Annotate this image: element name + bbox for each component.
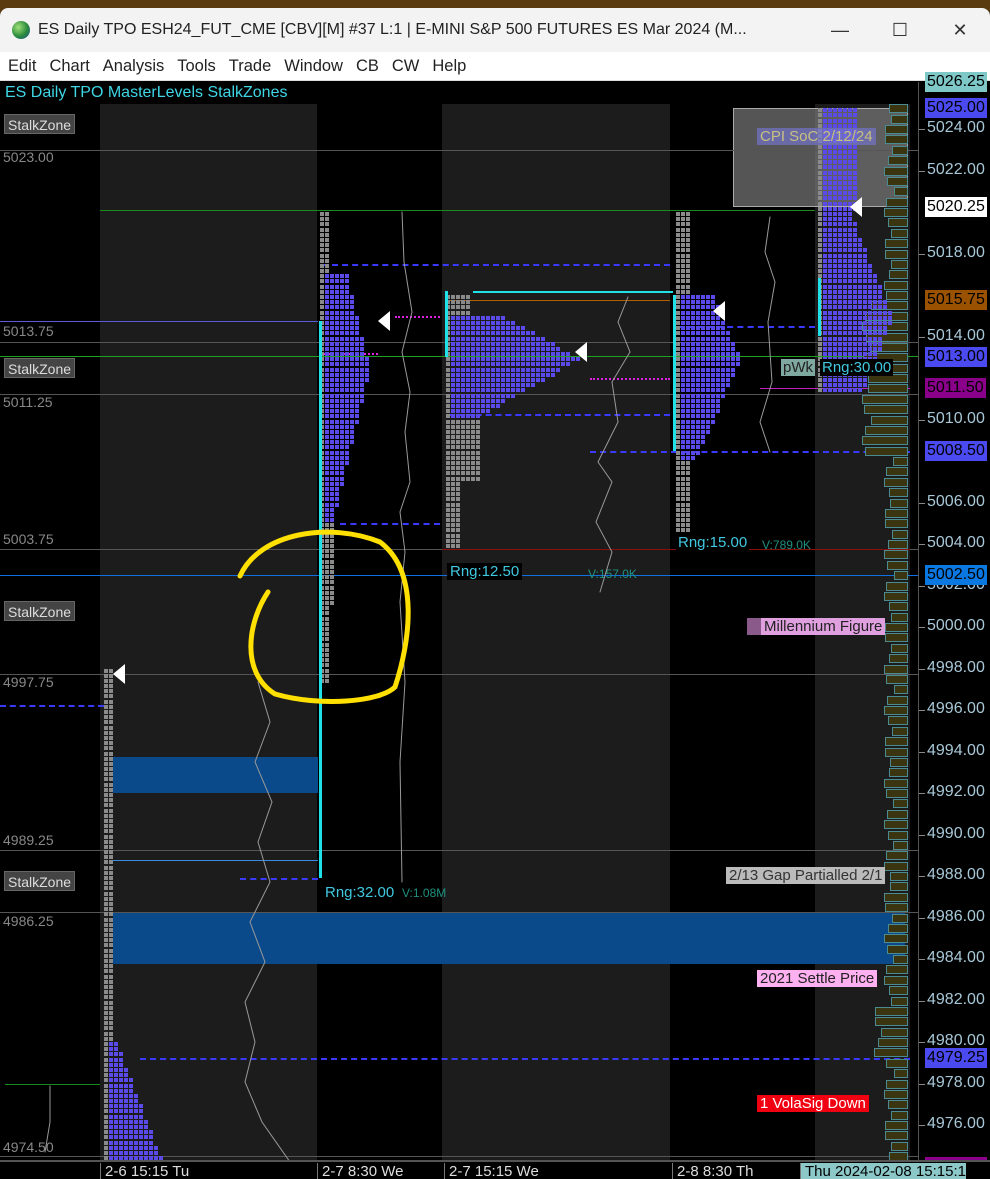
axis-price-label: 4986.00 [927,907,985,925]
highlight-circle-annotation [237,529,411,704]
close-button[interactable]: ✕ [930,20,990,41]
axis-tick [919,627,925,628]
axis-price-label: 4996.00 [927,700,985,717]
app-globe-icon [12,21,30,39]
axis-price-label: 5010.00 [927,409,985,427]
axis-price-label: 4984.00 [927,949,985,966]
axis-highlight-label: 5015.75 [925,290,987,311]
axis-price-label: 4998.00 [927,658,985,676]
axis-price-label: 4994.00 [927,741,985,759]
menu-cw[interactable]: CW [392,57,420,76]
current-time-label: Thu 2024-02-08 15:15:1 [800,1163,966,1179]
axis-tick [919,959,925,960]
axis-tick [919,1042,925,1043]
axis-price-label: 4988.00 [927,866,985,883]
axis-highlight-label: 5002.50 [925,565,987,586]
time-label: 2-7 15:15 We [444,1163,539,1179]
menu-trade[interactable]: Trade [229,57,272,76]
axis-highlight-label: 5025.00 [925,98,987,119]
menu-chart[interactable]: Chart [49,57,89,76]
axis-tick [919,834,925,836]
minimize-button[interactable]: — [810,20,870,41]
axis-tick [919,129,925,130]
axis-price-label: 5004.00 [927,534,985,551]
menu-cb[interactable]: CB [356,57,379,76]
menu-window[interactable]: Window [284,57,343,76]
title-bar: ES Daily TPO ESH24_FUT_CME [CBV][M] #37 … [0,8,990,52]
axis-price-label: 5014.00 [927,326,985,344]
time-axis: 2-6 15:15 Tu 2-7 8:30 We 2-7 15:15 We 2-… [0,1160,990,1179]
axis-price-label: 5018.00 [927,243,985,261]
axis-highlight-label: 4979.25 [925,1047,987,1068]
axis-price-label: 4990.00 [927,824,985,842]
axis-tick [919,751,925,753]
window-title: ES Daily TPO ESH24_FUT_CME [CBV][M] #37 … [38,21,747,38]
axis-tick [919,710,925,711]
axis-tick [919,876,925,877]
axis-highlight-label: 5013.00 [925,347,987,368]
axis-tick [919,1083,925,1085]
time-label: 2-6 15:15 Tu [100,1163,189,1179]
axis-price-label: 4976.00 [927,1115,985,1132]
overlay-drawings [44,211,776,1160]
time-label: 2-7 8:30 We [317,1163,403,1179]
price-trace-line [244,681,290,1160]
axis-tick [919,1000,925,1002]
axis-tick [919,668,925,670]
axis-highlight-label: 5011.50 [925,378,986,399]
axis-price-label: 5024.00 [927,119,985,136]
maximize-button[interactable]: ☐ [870,20,930,41]
menu-tools[interactable]: Tools [177,57,216,76]
axis-tick [919,917,925,919]
axis-price-label: 4992.00 [927,783,985,800]
price-trace-line [399,211,413,883]
price-trace-line [595,296,631,593]
time-label: 2-8 8:30 Th [672,1163,753,1179]
axis-price-label: 5022.00 [927,160,985,178]
axis-tick [919,253,925,255]
menu-bar: Edit Chart Analysis Tools Trade Window C… [0,52,990,81]
axis-highlight-label: 5008.50 [925,440,987,461]
axis-price-label: 5006.00 [927,492,985,510]
chart-title: ES Daily TPO MasterLevels StalkZones [5,84,288,101]
app-window: ES Daily TPO ESH24_FUT_CME [CBV][M] #37 … [0,8,990,1179]
axis-tick [919,336,925,338]
menu-edit[interactable]: Edit [8,57,36,76]
axis-tick [919,544,925,545]
axis-highlight-label: 5020.25 [925,196,987,217]
axis-price-label: 5000.00 [927,617,985,634]
axis-tick [919,793,925,794]
axis-tick [919,502,925,504]
menu-help[interactable]: Help [432,57,466,76]
axis-tick [919,1125,925,1126]
price-axis[interactable]: 5024.00 5022.00 5018.00 5014.00 5010.00 5006.… [918,72,990,1177]
axis-tick [919,419,925,421]
axis-highlight-label: 5026.25 [925,72,987,93]
menu-analysis[interactable]: Analysis [103,57,164,76]
price-trace-line [44,1085,51,1153]
axis-price-label: 4982.00 [927,990,985,1008]
axis-price-label: 4978.00 [927,1073,985,1091]
chart-area[interactable]: StalkZone StalkZone StalkZone StalkZone 5023… [0,82,918,1160]
price-trace-line [759,216,776,453]
axis-tick [919,585,925,587]
axis-tick [919,170,925,172]
